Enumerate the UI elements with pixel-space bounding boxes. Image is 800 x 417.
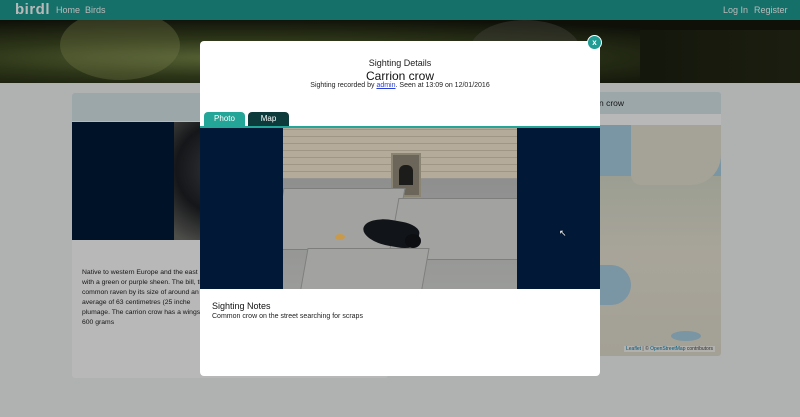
tab-map[interactable]: Map bbox=[248, 112, 289, 126]
photo-slab bbox=[298, 248, 430, 289]
modal-title: Carrion crow bbox=[365, 69, 434, 83]
crow-head bbox=[405, 234, 421, 248]
modal-subtitle: Sighting Details bbox=[368, 58, 432, 68]
close-icon[interactable]: x bbox=[587, 35, 602, 50]
notes-text: Common crow on the street searching for … bbox=[212, 313, 363, 320]
notes-title: Sighting Notes bbox=[212, 301, 271, 311]
mouse-cursor-icon: ↖ bbox=[559, 228, 567, 238]
sighting-recorded-line: Sighting recorded by admin. Seen at 13:0… bbox=[200, 82, 600, 89]
sighting-modal: Sighting Details Carrion crow Sighting r… bbox=[200, 41, 600, 376]
photo-panel bbox=[200, 128, 600, 289]
recorded-suffix: . Seen at 13:09 on 12/01/2016 bbox=[395, 82, 490, 89]
recorded-prefix: Sighting recorded by bbox=[310, 82, 377, 89]
sighting-photo bbox=[283, 128, 517, 289]
tab-photo[interactable]: Photo bbox=[204, 112, 245, 126]
photo-debris bbox=[335, 234, 345, 240]
recorded-user-link[interactable]: admin bbox=[376, 82, 395, 89]
